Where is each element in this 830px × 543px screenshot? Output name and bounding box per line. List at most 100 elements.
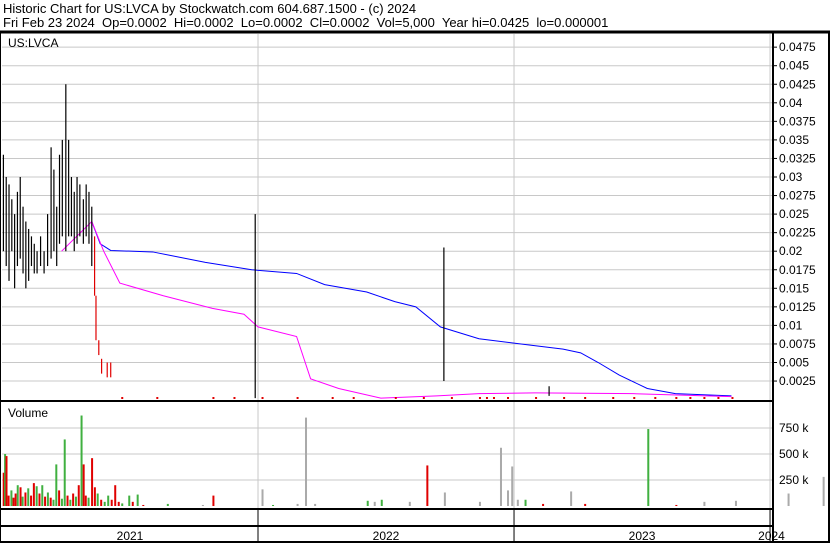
volume-bar bbox=[72, 493, 75, 506]
volume-bar bbox=[19, 487, 22, 506]
volume-bar bbox=[314, 503, 317, 506]
year-label: 2023 bbox=[629, 529, 656, 543]
price-dot bbox=[563, 397, 566, 399]
year-label: 2022 bbox=[373, 529, 400, 543]
price-dot bbox=[156, 397, 159, 399]
volume-bar bbox=[32, 483, 35, 506]
price-dot bbox=[492, 397, 495, 399]
moving-average-short bbox=[61, 220, 732, 399]
volume-bar bbox=[84, 495, 87, 506]
price-dot bbox=[233, 397, 236, 399]
volume-bar bbox=[107, 495, 110, 506]
volume-bar bbox=[10, 490, 13, 506]
moving-average-long bbox=[91, 221, 732, 397]
price-dot bbox=[478, 397, 481, 399]
volume-tick-label: 500 k bbox=[779, 447, 809, 461]
volume-bar bbox=[5, 456, 8, 506]
price-tick-label: 0.0275 bbox=[779, 189, 816, 203]
volume-bar bbox=[66, 495, 69, 506]
price-dot bbox=[422, 397, 425, 399]
price-tick-label: 0.0175 bbox=[779, 263, 816, 277]
volume-bar bbox=[100, 499, 103, 506]
chart-frame bbox=[0, 31, 830, 543]
price-tick-label: 0.0125 bbox=[779, 300, 816, 314]
price-dot bbox=[394, 397, 397, 399]
volume-tick-label: 750 k bbox=[779, 421, 809, 435]
volume-bar bbox=[507, 490, 510, 506]
volume-bar bbox=[41, 485, 44, 506]
volume-bar bbox=[91, 458, 94, 506]
volume-bar bbox=[443, 492, 446, 506]
price-tick-label: 0.0425 bbox=[779, 77, 816, 91]
volume-bar bbox=[822, 476, 825, 506]
price-dot bbox=[584, 397, 587, 399]
volume-bar bbox=[114, 485, 117, 506]
volume-bar bbox=[516, 499, 519, 506]
price-tick-label: 0.02 bbox=[779, 244, 803, 258]
price-dot bbox=[352, 397, 355, 399]
volume-label: Volume bbox=[8, 406, 48, 420]
price-tick-label: 0.015 bbox=[779, 281, 809, 295]
volume-bar bbox=[261, 489, 264, 506]
volume-bar bbox=[58, 490, 61, 506]
volume-bar bbox=[426, 465, 429, 506]
price-dot bbox=[717, 397, 720, 399]
price-tick-label: 0.035 bbox=[779, 133, 809, 147]
volume-bar bbox=[272, 504, 275, 506]
volume-bar bbox=[117, 501, 120, 506]
volume-bar bbox=[675, 504, 678, 506]
volume-bar bbox=[93, 487, 96, 506]
volume-bar bbox=[7, 495, 10, 506]
volume-bar bbox=[80, 415, 83, 506]
volume-bar bbox=[787, 493, 790, 506]
volume-bar bbox=[82, 464, 85, 506]
volume-bar bbox=[63, 439, 66, 506]
year-label: 2021 bbox=[117, 529, 144, 543]
volume-bar bbox=[60, 498, 63, 506]
volume-bar bbox=[542, 503, 545, 506]
price-tick-label: 0.04 bbox=[779, 96, 803, 110]
price-dot bbox=[331, 397, 334, 399]
volume-bar bbox=[478, 501, 481, 506]
volume-bar bbox=[12, 497, 15, 506]
price-tick-label: 0.01 bbox=[779, 318, 803, 332]
price-dot bbox=[612, 397, 615, 399]
price-tick-label: 0.0075 bbox=[779, 337, 816, 351]
volume-bar bbox=[511, 466, 514, 506]
volume-bar bbox=[35, 486, 38, 506]
price-dot bbox=[261, 397, 264, 399]
price-dot bbox=[731, 397, 734, 399]
volume-bar bbox=[734, 500, 737, 506]
volume-bar bbox=[305, 417, 308, 506]
volume-bar bbox=[499, 447, 502, 506]
volume-bar bbox=[110, 499, 113, 506]
volume-bar bbox=[21, 496, 24, 506]
volume-bar bbox=[16, 485, 19, 506]
price-dot bbox=[507, 397, 510, 399]
volume-bar bbox=[131, 501, 134, 506]
volume-bar bbox=[201, 504, 204, 506]
price-dot bbox=[212, 397, 215, 399]
volume-bar bbox=[69, 499, 72, 506]
volume-bar bbox=[77, 485, 80, 506]
volume-bar bbox=[142, 504, 145, 506]
price-tick-label: 0.0225 bbox=[779, 226, 816, 240]
volume-bar bbox=[103, 501, 106, 506]
volume-bar bbox=[524, 499, 527, 506]
volume-bar bbox=[136, 494, 139, 506]
price-dot bbox=[675, 397, 678, 399]
volume-bar bbox=[128, 495, 131, 506]
volume-bar bbox=[49, 497, 52, 506]
volume-bar bbox=[55, 464, 58, 506]
volume-tick-label: 250 k bbox=[779, 473, 809, 487]
price-tick-label: 0.0025 bbox=[779, 374, 816, 388]
volume-bar bbox=[27, 488, 30, 506]
price-dot bbox=[689, 397, 692, 399]
volume-bar bbox=[380, 499, 383, 506]
price-dot bbox=[485, 397, 488, 399]
volume-bar bbox=[647, 429, 650, 506]
price-tick-label: 0.0375 bbox=[779, 114, 816, 128]
volume-bar bbox=[584, 503, 587, 506]
volume-bar bbox=[46, 492, 49, 506]
price-dot bbox=[703, 397, 706, 399]
